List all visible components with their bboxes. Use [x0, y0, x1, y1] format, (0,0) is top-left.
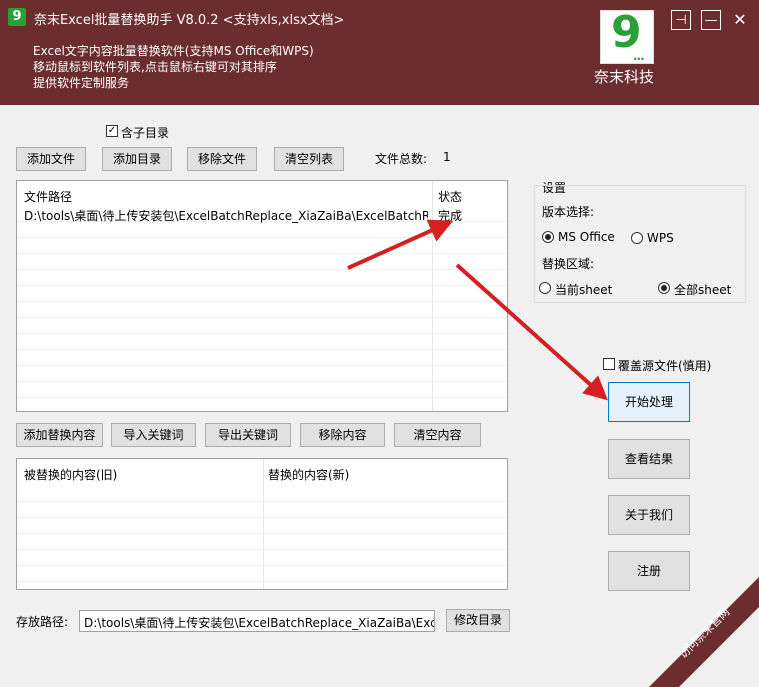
- arrow-to-start: [455, 263, 608, 401]
- watermark[interactable]: 访问奈末官网: [609, 577, 759, 687]
- watermark-ribbon-shape: [649, 577, 759, 687]
- arrow-to-status: [347, 219, 454, 270]
